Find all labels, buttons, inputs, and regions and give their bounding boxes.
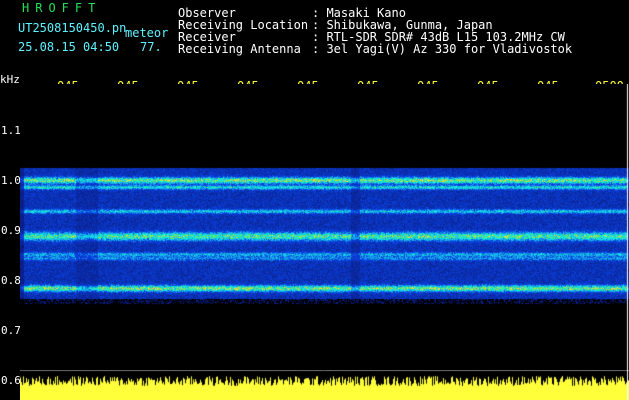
freq-tick: 0.7 [1, 324, 21, 337]
antenna-label: Receiving Antenna [178, 42, 301, 56]
brand-title: HROFFT [22, 1, 102, 15]
datetime-label: 25.08.15 04:50 [18, 40, 120, 54]
freq-tick: 0.6 [1, 374, 21, 387]
filename-label: UT2508150450.pn [18, 21, 127, 35]
freq-tick: 0.9 [1, 224, 21, 237]
waterfall-spectrogram [20, 84, 629, 370]
freq-tick: 1.1 [1, 124, 21, 137]
freq-tick: 0.8 [1, 274, 21, 287]
signal-level-graph [20, 370, 629, 400]
count-label: 77. [140, 40, 162, 54]
antenna-value: : 3el Yagi(V) Az 330 for Vladivostok [312, 42, 573, 56]
type-label: meteor [125, 26, 169, 40]
freq-unit-label: kHz [0, 73, 20, 86]
freq-tick: 1.0 [1, 174, 21, 187]
